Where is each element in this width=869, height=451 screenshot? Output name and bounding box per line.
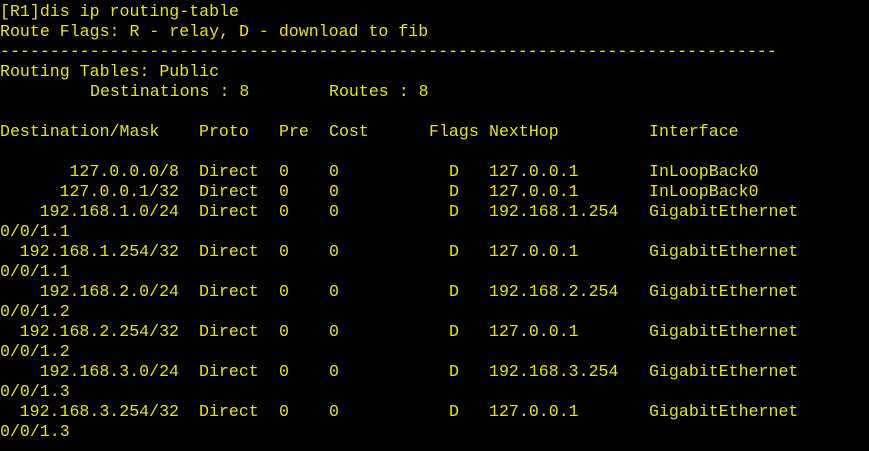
route-nexthop: 192.168.1.254: [489, 202, 619, 221]
interface-continuation: 0/0/1.3: [0, 382, 70, 401]
header-pre: Pre: [279, 122, 309, 141]
header-destination-mask: Destination/Mask: [0, 122, 160, 141]
table-row: 192.168.1.0/24 Direct 0 0 D 192.168.1.254 Giga…: [0, 202, 869, 222]
route-proto: Direct: [199, 182, 259, 201]
separator-line: ----------------------------------------…: [0, 42, 777, 61]
route-destination: 192.168.3.0/24: [39, 362, 179, 381]
route-flags: D: [449, 242, 459, 261]
route-nexthop: 192.168.2.254: [489, 282, 619, 301]
route-destination: 192.168.2.0/24: [39, 282, 179, 301]
route-flags: D: [449, 322, 459, 341]
route-interface: InLoopBack0: [649, 162, 759, 181]
route-interface: GigabitEthernet: [649, 242, 799, 261]
header-cost: Cost: [329, 122, 369, 141]
route-destination: 127.0.0.1/32: [59, 182, 180, 201]
interface-continuation: 0/0/1.2: [0, 302, 70, 321]
route-flags: D: [449, 182, 459, 201]
route-flags: D: [449, 362, 459, 381]
route-destination: 192.168.2.254/32: [19, 322, 179, 341]
table-row: 192.168.3.0/24 Direct 0 0 D 192.168.3.254 Giga…: [0, 362, 869, 382]
table-row: 127.0.0.1/32 Direct 0 0 D 127.0.0.1 InLoopBack…: [0, 182, 869, 202]
route-cost: 0: [329, 182, 339, 201]
summary-line: Destinations : 8 Routes : 8: [0, 82, 869, 102]
route-interface: GigabitEthernet: [649, 322, 799, 341]
destinations-count: Destinations : 8: [90, 82, 250, 101]
header-interface: Interface: [649, 122, 739, 141]
interface-continuation: 0/0/1.1: [0, 222, 70, 241]
route-proto: Direct: [199, 242, 259, 261]
route-pre: 0: [279, 322, 289, 341]
routing-table-body: 127.0.0.0/8 Direct 0 0 D 127.0.0.1 InLoopBack0…: [0, 162, 869, 442]
interface-continuation: 0/0/1.1: [0, 262, 70, 281]
table-row: 192.168.3.254/32 Direct 0 0 D 127.0.0.1 Gigabi…: [0, 402, 869, 422]
route-proto: Direct: [199, 402, 259, 421]
header-nexthop: NextHop: [489, 122, 559, 141]
interface-continuation: 0/0/1.3: [0, 422, 70, 441]
interface-continuation: 0/0/1.2: [0, 342, 70, 361]
route-cost: 0: [329, 362, 339, 381]
table-header: Destination/Mask Proto Pre Cost Flags Ne…: [0, 122, 869, 142]
routing-tables-line: Routing Tables: Public: [0, 62, 220, 81]
route-proto: Direct: [199, 322, 259, 341]
table-row: 192.168.1.254/32 Direct 0 0 D 127.0.0.1 Gigabi…: [0, 242, 869, 262]
route-pre: 0: [279, 402, 289, 421]
route-nexthop: 127.0.0.1: [489, 162, 579, 181]
route-pre: 0: [279, 282, 289, 301]
route-nexthop: 127.0.0.1: [489, 402, 579, 421]
route-pre: 0: [279, 362, 289, 381]
route-interface: InLoopBack0: [649, 182, 759, 201]
route-interface: GigabitEthernet: [649, 402, 799, 421]
route-flags-line: Route Flags: R - relay, D - download to …: [0, 22, 429, 41]
route-proto: Direct: [199, 282, 259, 301]
route-nexthop: 192.168.3.254: [489, 362, 619, 381]
header-flags: Flags: [429, 122, 479, 141]
table-row: 192.168.2.0/24 Direct 0 0 D 192.168.2.254 Giga…: [0, 282, 869, 302]
route-cost: 0: [329, 242, 339, 261]
route-flags: D: [449, 162, 459, 181]
route-interface: GigabitEthernet: [649, 202, 799, 221]
route-nexthop: 127.0.0.1: [489, 322, 579, 341]
route-flags: D: [449, 202, 459, 221]
route-nexthop: 127.0.0.1: [489, 182, 579, 201]
routes-count: Routes : 8: [329, 82, 429, 101]
route-cost: 0: [329, 282, 339, 301]
route-destination: 192.168.3.254/32: [19, 402, 179, 421]
route-cost: 0: [329, 202, 339, 221]
route-pre: 0: [279, 202, 289, 221]
route-pre: 0: [279, 162, 289, 181]
route-pre: 0: [279, 182, 289, 201]
route-nexthop: 127.0.0.1: [489, 242, 579, 261]
table-row: 127.0.0.0/8 Direct 0 0 D 127.0.0.1 InLoopBack0: [0, 162, 869, 182]
terminal-window[interactable]: [R1]dis ip routing-table Route Flags: R …: [0, 0, 869, 451]
table-row: 192.168.2.254/32 Direct 0 0 D 127.0.0.1 Gigabi…: [0, 322, 869, 342]
header-proto: Proto: [199, 122, 249, 141]
route-cost: 0: [329, 322, 339, 341]
route-pre: 0: [279, 242, 289, 261]
route-flags: D: [449, 402, 459, 421]
route-destination: 127.0.0.0/8: [69, 162, 179, 181]
route-destination: 192.168.1.0/24: [39, 202, 179, 221]
route-destination: 192.168.1.254/32: [19, 242, 179, 261]
route-proto: Direct: [199, 362, 259, 381]
route-cost: 0: [329, 162, 339, 181]
route-proto: Direct: [199, 162, 259, 181]
route-proto: Direct: [199, 202, 259, 221]
command-line: [R1]dis ip routing-table: [0, 2, 239, 21]
route-flags: D: [449, 282, 459, 301]
route-cost: 0: [329, 402, 339, 421]
route-interface: GigabitEthernet: [649, 362, 799, 381]
route-interface: GigabitEthernet: [649, 282, 799, 301]
